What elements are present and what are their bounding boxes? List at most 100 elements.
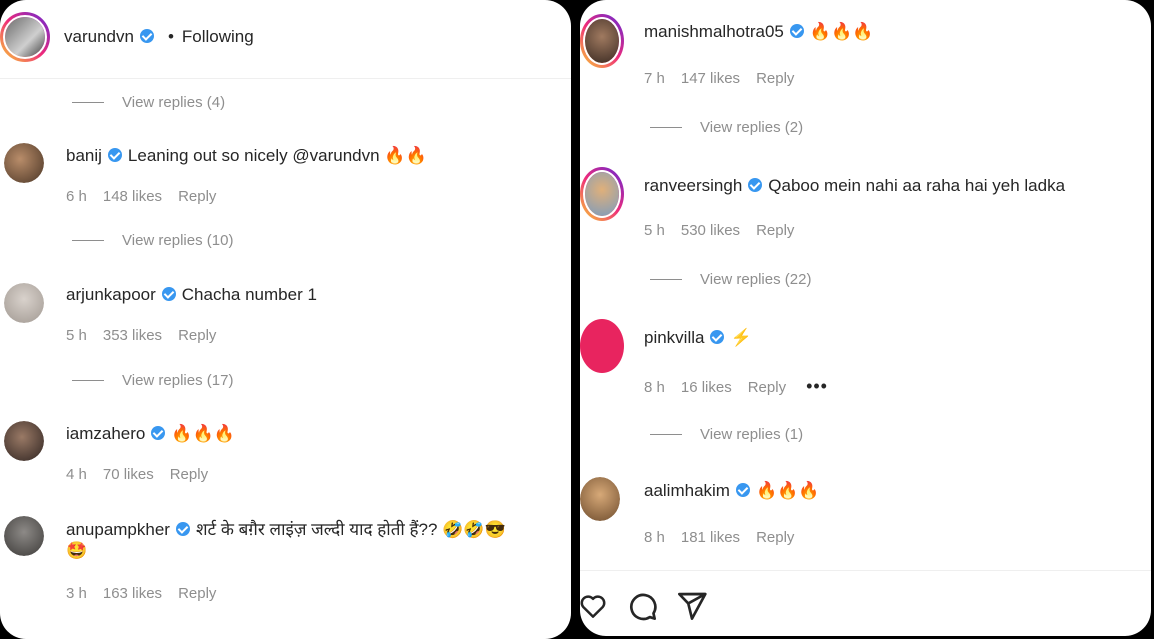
reply-button[interactable]: Reply [178,585,216,602]
comment-icon[interactable] [626,590,658,622]
comment: manishmalhotra05 🔥🔥🔥 [644,22,873,42]
comment-username[interactable]: arjunkapoor [66,285,156,304]
comment: iamzahero 🔥🔥🔥 [66,424,235,444]
reply-button[interactable]: Reply [756,529,794,546]
comment-text: ⚡ [730,328,752,347]
avatar-anupampkher[interactable] [4,516,44,556]
view-replies-button[interactable]: View replies (17) [72,372,233,389]
replies-line [650,127,682,128]
comment-likes[interactable]: 181 likes [681,529,740,546]
comment-username[interactable]: manishmalhotra05 [644,22,784,41]
avatar-varundvn[interactable] [0,12,50,62]
comment-time: 5 h [644,222,665,239]
avatar-banij[interactable] [4,143,44,183]
view-replies-button[interactable]: View replies (2) [650,119,803,136]
replies-line [650,279,682,280]
comment-meta: 8 h 181 likes Reply [644,529,810,546]
view-replies-button[interactable]: View replies (4) [72,94,225,111]
replies-line [72,380,104,381]
comment-time: 8 h [644,529,665,546]
comment-text: 🔥🔥🔥 [171,424,235,443]
comment-time: 6 h [66,188,87,205]
comment-likes[interactable]: 530 likes [681,222,740,239]
verified-icon [139,29,154,43]
comment-time: 5 h [66,327,87,344]
comment-username[interactable]: banij [66,146,102,165]
reply-button[interactable]: Reply [756,70,794,87]
reply-button[interactable]: Reply [756,222,794,239]
replies-line [72,102,104,103]
separator-dot: • [167,27,174,46]
verified-icon [161,287,176,301]
comment-username[interactable]: ranveersingh [644,176,742,195]
verified-icon [175,522,190,536]
verified-icon [151,426,166,440]
comment-likes[interactable]: 163 likes [103,585,162,602]
following-button[interactable]: Following [182,27,254,46]
replies-line [650,434,682,435]
comment: pinkvilla ⚡ [644,328,752,348]
reply-button[interactable]: Reply [748,379,786,396]
view-replies-button[interactable]: View replies (22) [650,271,811,288]
comment-text: शर्ट के बग़ैर लाइंज़ जल्दी याद होती हैं?… [195,520,506,539]
avatar-manishmalhotra05[interactable] [580,14,624,68]
comment-meta: 8 h 16 likes Reply ••• [644,376,844,397]
comment-meta: 5 h 530 likes Reply [644,222,810,239]
avatar-arjunkapoor[interactable] [4,283,44,323]
post-actions [580,590,708,622]
comment-meta: 5 h 353 likes Reply [66,327,232,344]
comment-time: 4 h [66,466,87,483]
reply-button[interactable]: Reply [178,327,216,344]
reply-button[interactable]: Reply [178,188,216,205]
header-username[interactable]: varundvn [64,27,134,46]
comment-likes[interactable]: 148 likes [103,188,162,205]
view-replies-label: View replies (2) [700,119,804,136]
actions-divider [580,570,1151,571]
view-replies-label: View replies (22) [700,271,812,288]
comment-likes[interactable]: 16 likes [681,379,732,396]
share-icon[interactable] [676,590,708,622]
comment-likes[interactable]: 147 likes [681,70,740,87]
right-comments-panel: manishmalhotra05 🔥🔥🔥 7 h 147 likes Reply Vi… [580,0,1151,636]
comment-username[interactable]: iamzahero [66,424,145,443]
comment-text: Chacha number 1 [181,285,317,304]
comment-text: 🔥🔥🔥 [809,22,874,41]
comment-username[interactable]: pinkvilla [644,328,704,347]
comment: banij Leaning out so nicely @varundvn 🔥🔥 [66,146,427,166]
comment-meta: 6 h 148 likes Reply [66,188,232,205]
heart-icon[interactable] [580,591,608,621]
view-replies-button[interactable]: View replies (1) [650,426,803,443]
post-header: varundvn • Following [64,27,254,47]
view-replies-label: View replies (1) [700,426,804,443]
comment-text-continued: 🤩 [66,541,88,560]
header-divider [0,78,571,79]
verified-icon [735,483,750,497]
comment-meta: 4 h 70 likes Reply [66,466,224,483]
comment-username[interactable]: aalimhakim [644,481,730,500]
left-comments-panel: varundvn • Following View replies (4) bani… [0,0,571,639]
comment-time: 3 h [66,585,87,602]
view-replies-label: View replies (10) [122,232,234,249]
avatar-pinkvilla[interactable] [580,319,624,373]
comment-likes[interactable]: 70 likes [103,466,154,483]
comment-meta: 3 h 163 likes Reply [66,585,232,602]
comment-username[interactable]: anupampkher [66,520,170,539]
avatar-ranveersingh[interactable] [580,167,624,221]
view-replies-button[interactable]: View replies (10) [72,232,233,249]
verified-icon [789,24,804,38]
avatar-iamzahero[interactable] [4,421,44,461]
reply-button[interactable]: Reply [170,466,208,483]
comment-meta: 7 h 147 likes Reply [644,70,810,87]
comment-likes[interactable]: 353 likes [103,327,162,344]
verified-icon [710,330,725,344]
view-replies-label: View replies (4) [122,94,226,111]
comment-time: 8 h [644,379,665,396]
view-replies-label: View replies (17) [122,372,234,389]
comment-text: Leaning out so nicely @varundvn 🔥🔥 [127,146,427,165]
comment: anupampkher शर्ट के बग़ैर लाइंज़ जल्दी या… [66,517,506,540]
comment-text: Qaboo mein nahi aa raha hai yeh ladka [768,176,1066,195]
more-options-icon[interactable]: ••• [806,376,828,396]
verified-icon [107,148,122,162]
avatar-aalimhakim[interactable] [580,477,620,521]
comment: ranveersingh Qaboo mein nahi aa raha hai … [644,176,1065,196]
